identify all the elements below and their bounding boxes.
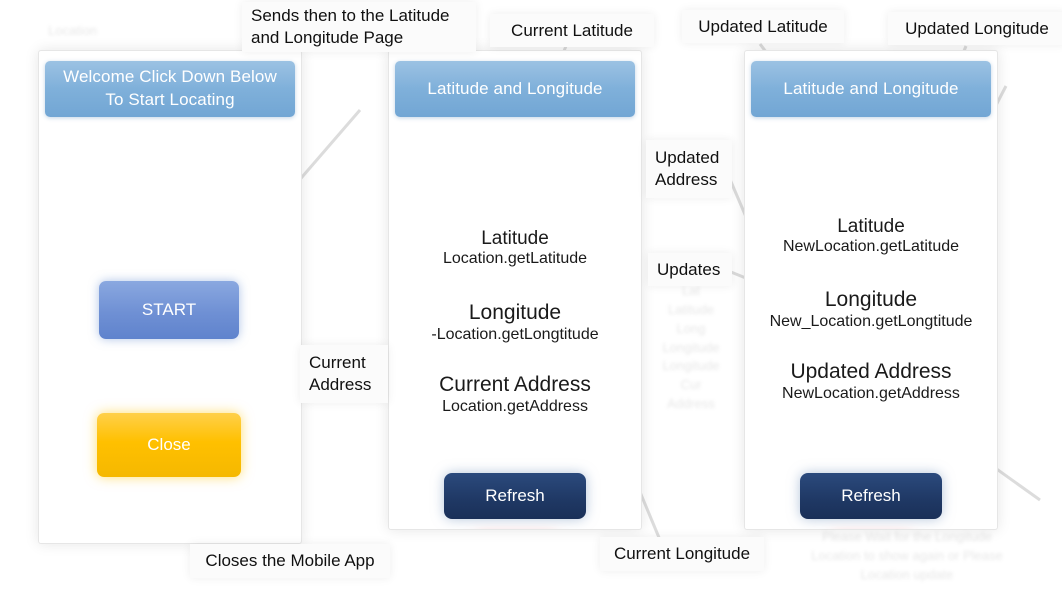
field-address-updated-value: NewLocation.getAddress [782,384,960,402]
field-latitude-updated: Latitude NewLocation.getLatitude [745,216,997,257]
start-button[interactable]: START [99,281,239,339]
callout-updated-address-text: Updated Address [655,148,720,189]
welcome-header-line1: Welcome Click Down Below [63,67,277,87]
field-address-updated-label: Updated Address [790,360,952,383]
callout-current-longitude: Current Longitude [600,537,764,571]
callout-sends-to-latlong-text: Sends then to the Latitude and Longitude… [251,6,450,47]
field-latitude-current: Latitude Location.getLatitude [389,228,641,269]
refresh-button-updated[interactable]: Refresh [800,473,942,519]
refresh-button-current[interactable]: Refresh [444,473,586,519]
welcome-body: START Close [39,123,301,543]
field-latitude-updated-value: NewLocation.getLatitude [782,238,960,256]
phone-screen-updated-location: Latitude and Longitude Latitude NewLocat… [744,50,998,530]
callout-closes-mobile-app: Closes the Mobile App [190,544,390,578]
field-longitude-current: Longitude -Location.getLongtitude [389,301,641,345]
field-address-updated: Updated Address NewLocation.getAddress [745,360,997,404]
callout-sends-to-latlong: Sends then to the Latitude and Longitude… [242,2,476,52]
field-address-current-value: Location.getAddress [442,397,588,415]
ghost-text-top-left: Location [48,23,98,38]
callout-current-latitude-text: Current Latitude [511,20,633,40]
phone-screen-welcome: Welcome Click Down Below To Start Locati… [38,50,302,544]
current-location-header: Latitude and Longitude [395,61,635,117]
field-address-current: Current Address Location.getAddress [389,373,641,417]
callout-updates-text: Updates [657,259,721,279]
ghost-text-middle: Lat Latitude Long Longitude Longitude Cur Addr… [662,283,720,412]
field-longitude-current-value: -Location.getLongtitude [431,325,599,343]
field-latitude-updated-label: Latitude [837,216,905,237]
updated-location-header: Latitude and Longitude [751,61,991,117]
close-button[interactable]: Close [97,413,241,477]
callout-current-address-text: Current Address [309,353,372,394]
field-longitude-updated-label: Longitude [824,288,918,311]
callout-updated-address: Updated Address [646,140,732,198]
field-longitude-updated-value: New_Location.getLongtitude [769,312,973,330]
callout-updated-latitude: Updated Latitude [682,10,844,43]
callout-current-longitude-text: Current Longitude [613,544,751,564]
current-location-body: Latitude Location.getLatitude Longitude … [389,123,641,529]
field-longitude-updated: Longitude New_Location.getLongtitude [745,288,997,332]
phone-screen-current-location: Latitude and Longitude Latitude Location… [388,50,642,530]
updated-location-body: Latitude NewLocation.getLatitude Longitu… [745,123,997,529]
field-longitude-current-label: Longitude [468,301,562,324]
diagram-canvas: Welcome Click Down Below To Start Locati… [0,0,1062,598]
callout-closes-mobile-app-text: Closes the Mobile App [205,551,375,571]
callout-updates: Updates [648,253,732,286]
welcome-header-line2: To Start Locating [105,90,235,109]
field-latitude-current-label: Latitude [481,228,549,249]
callout-updated-longitude-text: Updated Longitude [905,18,1049,38]
callout-updated-latitude-text: Updated Latitude [698,16,828,36]
ghost-text-bottom-right: Please Wait for the Longitude Location to… [811,529,1003,582]
field-address-current-label: Current Address [439,373,591,396]
callout-current-address: Current Address [300,345,388,403]
welcome-header: Welcome Click Down Below To Start Locati… [45,61,295,117]
callout-updated-longitude: Updated Longitude [888,12,1062,45]
field-latitude-current-value: Location.getLatitude [442,250,588,268]
callout-current-latitude: Current Latitude [490,14,654,47]
